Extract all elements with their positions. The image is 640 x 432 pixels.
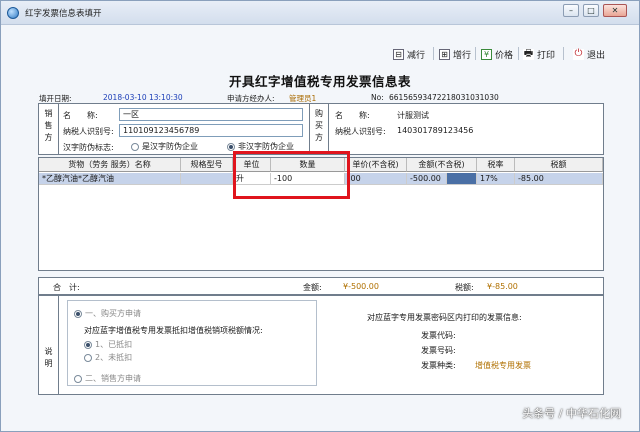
toolbar-separator xyxy=(518,47,519,60)
minimize-button[interactable]: – xyxy=(563,4,579,17)
exit-button[interactable]: ⏻ 退出 xyxy=(573,47,605,61)
highlight-annotation-box xyxy=(233,151,350,199)
seller-side-char: 销 xyxy=(44,109,53,118)
anti-yes-radio[interactable]: 是汉字防伪企业 xyxy=(131,141,198,152)
buyer-side-label: 购 买 方 xyxy=(309,104,329,154)
not-deducted-radio[interactable]: 2、未抵扣 xyxy=(84,352,132,363)
total-tax-value: ¥-85.00 xyxy=(487,282,518,291)
notes-side-label: 说 明 xyxy=(39,296,59,394)
radio-selected-icon xyxy=(227,142,235,151)
price-icon: ¥ xyxy=(481,48,492,60)
print-button[interactable]: 🖶 打印 xyxy=(523,47,555,61)
blue-invoice-info-label: 对应蓝字专用发票密码区内打印的发票信息: xyxy=(367,313,522,322)
fill-date-value: 2018-03-10 13:10:30 xyxy=(103,93,183,102)
totals-row: 合 计: 金额: ¥-500.00 税额: ¥-85.00 xyxy=(38,277,604,295)
col-header-price[interactable]: 单价(不含税) xyxy=(345,158,407,172)
cell-spec[interactable] xyxy=(181,173,233,185)
toolbar-separator xyxy=(475,47,476,60)
buyer-name-label: 名 称: xyxy=(335,111,370,120)
seller-side-char: 售 xyxy=(44,121,53,130)
radio-icon xyxy=(74,374,82,383)
reduce-row-label: 减行 xyxy=(407,50,426,61)
totals-label: 合 计: xyxy=(53,283,80,292)
deducted-radio[interactable]: 1、已抵扣 xyxy=(84,339,132,350)
notes-side-char: 明 xyxy=(44,359,53,368)
anti-counterfeit-label: 汉字防伪标志: xyxy=(63,143,114,152)
cell-tax[interactable]: -85.00 xyxy=(515,173,603,185)
toolbar-separator xyxy=(563,47,564,60)
deducted-label: 1、已抵扣 xyxy=(95,340,133,349)
seller-apply-radio[interactable]: 二、销售方申请 xyxy=(74,373,141,384)
printer-icon: 🖶 xyxy=(523,47,534,60)
add-row-button[interactable]: ⊞ 增行 xyxy=(439,47,471,61)
col-header-spec[interactable]: 规格型号 xyxy=(181,158,233,172)
buyer-side-char: 买 xyxy=(315,121,323,130)
close-button[interactable]: ✕ xyxy=(603,4,627,17)
seller-side-char: 方 xyxy=(44,133,53,142)
price-button[interactable]: ¥ 价格 xyxy=(481,47,513,61)
seller-taxid-label: 纳税人识别号: xyxy=(63,127,114,136)
buyer-name-value: 计服测试 xyxy=(397,111,429,120)
cell-amount-focus[interactable] xyxy=(447,173,477,185)
power-icon: ⏻ xyxy=(573,47,584,60)
radio-icon xyxy=(84,353,92,362)
total-tax-label: 税额: xyxy=(455,283,474,292)
col-header-rate[interactable]: 税率 xyxy=(477,158,515,172)
total-amount-value: ¥-500.00 xyxy=(343,282,379,291)
notes-panel: 说 明 一、购买方申请 对应蓝字增值税专用发票抵扣增值税销项税额情况: 1、已抵… xyxy=(38,295,604,395)
maximize-button[interactable]: □ xyxy=(583,4,599,17)
party-panel: 销 售 方 名 称: 一区 纳税人识别号: 110109123456789 汉字… xyxy=(38,103,604,155)
seller-taxid-field[interactable]: 110109123456789 xyxy=(119,124,303,137)
total-amount-label: 金额: xyxy=(303,283,322,292)
cell-amount[interactable]: -500.00 xyxy=(407,173,447,185)
form-heading: 开具红字增值税专用发票信息表 xyxy=(228,74,411,89)
cell-goods[interactable]: *乙醇汽油*乙醇汽油 xyxy=(39,173,181,185)
buyer-taxid-value: 140301789123456 xyxy=(397,126,474,135)
deduct-question: 对应蓝字增值税专用发票抵扣增值税销项税额情况: xyxy=(84,326,263,335)
watermark-text: 头条号 / 中华石化网 xyxy=(522,407,621,420)
buyer-side-char: 方 xyxy=(315,133,323,142)
invoice-code-label: 发票代码: xyxy=(421,331,456,340)
reduce-row-button[interactable]: ⊟ 减行 xyxy=(393,47,425,61)
col-header-amount[interactable]: 金额(不含税) xyxy=(407,158,477,172)
price-label: 价格 xyxy=(495,50,514,61)
no-value: 66156593472218031031030 xyxy=(389,93,499,102)
seller-side-label: 销 售 方 xyxy=(39,104,59,154)
anti-yes-label: 是汉字防伪企业 xyxy=(142,142,198,151)
col-header-goods[interactable]: 货物（劳务 服务）名称 xyxy=(39,158,181,172)
seller-name-field[interactable]: 一区 xyxy=(119,108,303,121)
window-title: 红字发票信息表填开 xyxy=(25,9,102,19)
request-group: 一、购买方申请 对应蓝字增值税专用发票抵扣增值税销项税额情况: 1、已抵扣 2、… xyxy=(67,300,317,386)
radio-selected-icon xyxy=(74,309,82,318)
no-label: No: xyxy=(371,93,384,102)
title-bar: 红字发票信息表填开 – □ ✕ xyxy=(1,1,639,25)
add-row-label: 增行 xyxy=(453,50,472,61)
buyer-apply-label: 一、购买方申请 xyxy=(85,309,141,318)
app-window: 红字发票信息表填开 – □ ✕ ⊟ 减行 ⊞ 增行 ¥ 价格 🖶 打印 ⏻ 退出… xyxy=(0,0,640,432)
buyer-taxid-label: 纳税人识别号: xyxy=(335,127,386,136)
cell-rate[interactable]: 17% xyxy=(477,173,515,185)
seller-apply-label: 二、销售方申请 xyxy=(85,374,141,383)
notes-side-char: 说 xyxy=(44,347,53,356)
print-label: 打印 xyxy=(537,50,556,61)
toolbar: ⊟ 减行 ⊞ 增行 ¥ 价格 🖶 打印 ⏻ 退出 xyxy=(1,25,639,69)
buyer-apply-radio[interactable]: 一、购买方申请 xyxy=(74,308,141,319)
delete-row-icon: ⊟ xyxy=(393,48,404,60)
invoice-type-value: 增值税专用发票 xyxy=(475,361,531,370)
radio-icon xyxy=(131,142,139,151)
col-header-tax[interactable]: 税额 xyxy=(515,158,603,172)
add-row-icon: ⊞ xyxy=(439,48,450,60)
not-deducted-label: 2、未抵扣 xyxy=(95,353,133,362)
exit-label: 退出 xyxy=(587,50,606,61)
cell-price[interactable]: .00 xyxy=(345,173,407,185)
invoice-type-label: 发票种类: xyxy=(421,361,456,370)
invoice-number-label: 发票号码: xyxy=(421,346,456,355)
seller-name-label: 名 称: xyxy=(63,111,98,120)
toolbar-separator xyxy=(433,47,434,60)
radio-selected-icon xyxy=(84,340,92,349)
buyer-side-char: 购 xyxy=(315,109,323,118)
app-icon xyxy=(7,7,19,19)
